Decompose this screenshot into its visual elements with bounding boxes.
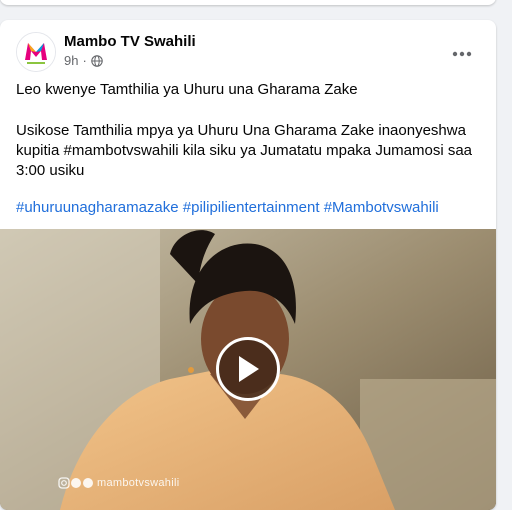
page-name[interactable]: Mambo TV Swahili [64, 33, 196, 50]
page-avatar[interactable] [16, 32, 56, 72]
meta-separator: · [82, 53, 87, 68]
video-watermark: mambotvswahili [58, 477, 179, 489]
more-horizontal-icon [452, 51, 472, 57]
globe-icon[interactable] [91, 54, 103, 67]
post-body-text: Usikose Tamthilia mpya ya Uhuru Una Ghar… [16, 122, 473, 179]
post-intro-text: Leo kwenye Tamthilia ya Uhuru una Gharam… [16, 81, 358, 98]
play-button[interactable] [216, 337, 280, 401]
post-options-button[interactable] [444, 36, 480, 72]
scrollbar-track[interactable] [502, 0, 512, 504]
post-meta: 9h · [64, 53, 103, 68]
post-card: Mambo TV Swahili 9h · Leo kwenye Tamthil… [0, 20, 496, 510]
play-icon [239, 356, 259, 382]
post-time[interactable]: 9h [64, 53, 78, 68]
post-header: Mambo TV Swahili 9h · [16, 32, 480, 72]
previous-post-card [0, 0, 496, 5]
mambo-tv-logo-icon [17, 33, 55, 71]
post-hashtags[interactable]: #uhuruunagharamazake #pilipilientertainm… [16, 198, 482, 218]
video-player[interactable]: mambotvswahili [0, 229, 496, 510]
social-icons [58, 477, 93, 489]
watermark-text: mambotvswahili [97, 477, 180, 489]
